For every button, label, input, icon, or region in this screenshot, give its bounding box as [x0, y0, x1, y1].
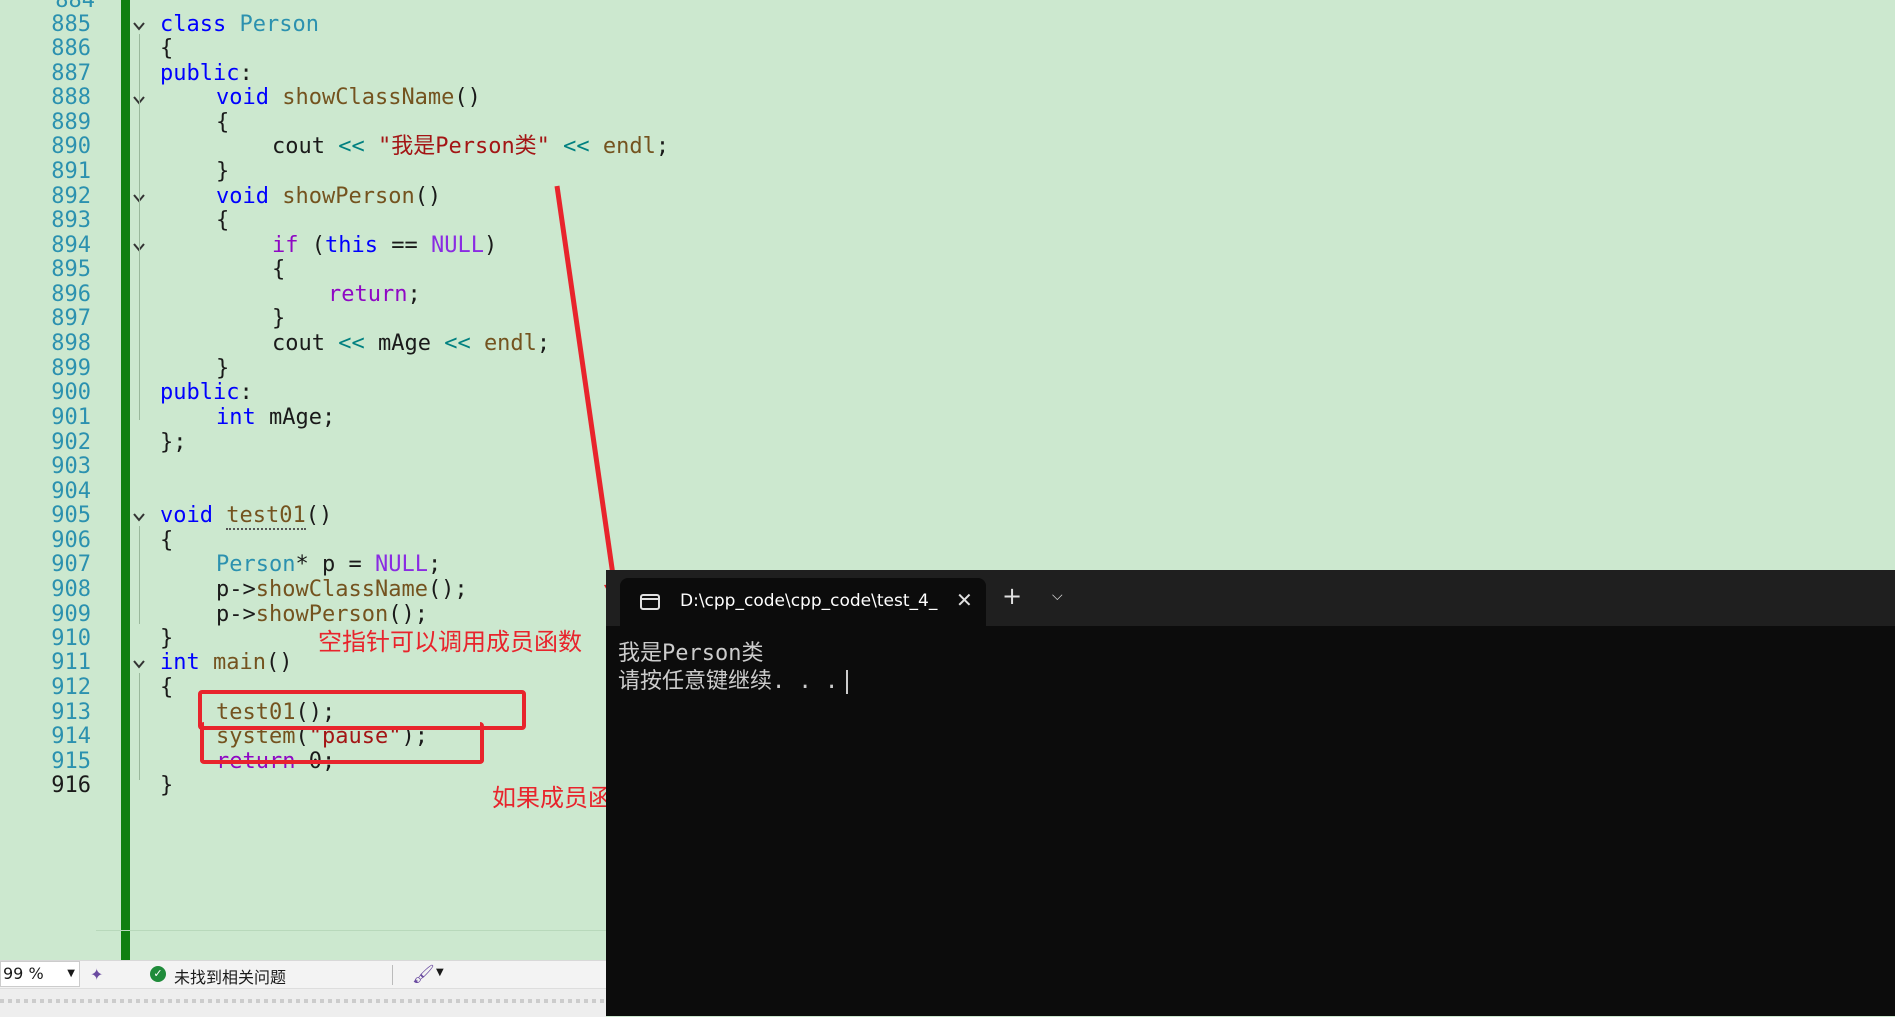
chevron-down-icon[interactable]: ⌵ [1052, 588, 1063, 604]
terminal-output-line: 请按任意键继续. . . [618, 668, 849, 696]
panel-splitter[interactable] [0, 988, 606, 1017]
text-cursor [846, 670, 849, 694]
close-icon[interactable]: ✕ [956, 588, 973, 612]
terminal-tab-title: D:\cpp_code\cpp_code\test_4_ [680, 591, 938, 611]
chevron-down-icon[interactable]: ▼ [436, 967, 444, 978]
issues-status[interactable]: 未找到相关问题 [174, 964, 286, 988]
zoom-value: 99 % [3, 964, 44, 983]
chevron-down-icon: ▼ [67, 968, 75, 979]
terminal-window[interactable]: D:\cpp_code\cpp_code\test_4_ ✕ + ⌵ 我是Per… [606, 570, 1895, 1016]
terminal-icon [640, 594, 660, 610]
terminal-output-line: 我是Person类 [618, 641, 764, 666]
terminal-titlebar[interactable]: D:\cpp_code\cpp_code\test_4_ ✕ + ⌵ [606, 570, 1895, 626]
terminal-output[interactable]: 我是Person类 请按任意键继续. . . [618, 640, 849, 696]
copilot-icon[interactable]: ✦ [90, 965, 103, 984]
zoom-select[interactable]: 99 % ▼ [0, 961, 80, 987]
editor-status-bar: 99 % ▼ ✦ ✓ 未找到相关问题 🖌 ▼ [0, 960, 606, 989]
divider [392, 965, 393, 985]
check-circle-icon: ✓ [150, 966, 166, 982]
brush-icon[interactable]: 🖌 [412, 964, 435, 985]
plus-icon[interactable]: + [1002, 584, 1022, 608]
terminal-tab[interactable]: D:\cpp_code\cpp_code\test_4_ ✕ [620, 578, 986, 626]
